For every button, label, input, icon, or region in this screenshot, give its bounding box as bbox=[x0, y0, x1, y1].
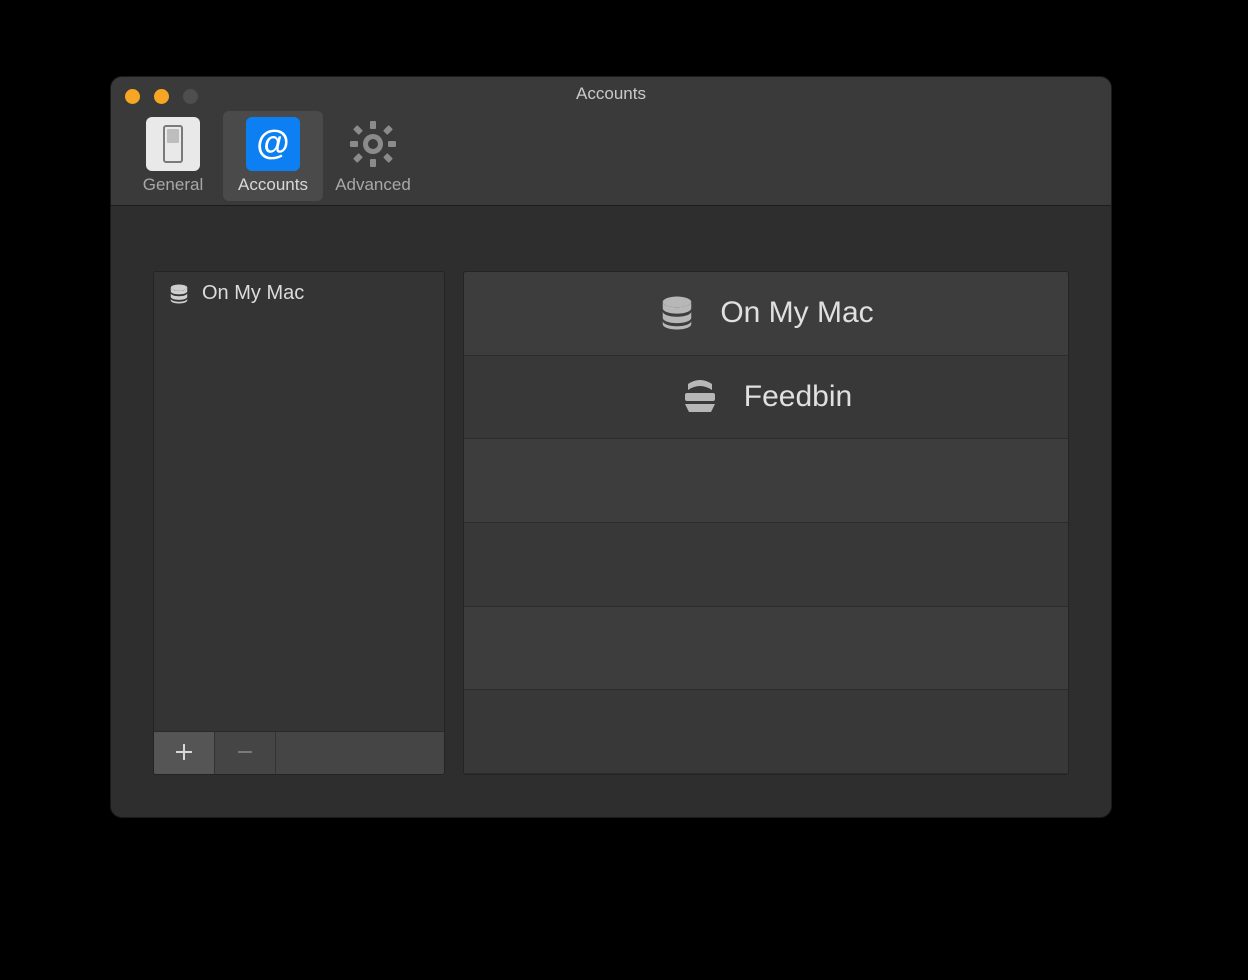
account-type-label: Feedbin bbox=[744, 380, 852, 414]
tab-general[interactable]: General bbox=[123, 111, 223, 201]
switch-icon bbox=[146, 117, 200, 171]
account-type-feedbin[interactable]: Feedbin bbox=[464, 356, 1068, 440]
accounts-list[interactable]: On My Mac bbox=[154, 272, 444, 731]
minus-icon bbox=[235, 738, 255, 769]
accounts-sidebar: On My Mac bbox=[153, 271, 445, 775]
sidebar-item-label: On My Mac bbox=[202, 282, 304, 305]
plus-icon bbox=[174, 738, 194, 769]
feedbin-icon bbox=[680, 380, 720, 414]
tab-label: Accounts bbox=[238, 175, 308, 195]
database-icon bbox=[168, 283, 190, 305]
window-title: Accounts bbox=[576, 84, 646, 104]
gear-icon bbox=[346, 117, 400, 171]
titlebar[interactable]: Accounts bbox=[111, 77, 1111, 111]
account-type-on-my-mac[interactable]: On My Mac bbox=[464, 272, 1068, 356]
svg-text:@: @ bbox=[256, 124, 289, 162]
tab-label: Advanced bbox=[335, 175, 411, 195]
preferences-window: Accounts General @ Accounts bbox=[110, 76, 1112, 818]
at-icon: @ bbox=[246, 117, 300, 171]
account-type-label: On My Mac bbox=[720, 296, 873, 330]
table-row[interactable] bbox=[464, 690, 1068, 774]
tab-advanced[interactable]: Advanced bbox=[323, 111, 423, 201]
table-row[interactable] bbox=[464, 607, 1068, 691]
add-account-button[interactable] bbox=[154, 732, 215, 774]
traffic-lights bbox=[125, 89, 198, 104]
table-row[interactable] bbox=[464, 523, 1068, 607]
zoom-icon[interactable] bbox=[183, 89, 198, 104]
minimize-icon[interactable] bbox=[154, 89, 169, 104]
footer-spacer bbox=[276, 732, 444, 774]
tab-label: General bbox=[143, 175, 203, 195]
body: On My Mac bbox=[111, 229, 1111, 817]
toolbar: General @ Accounts bbox=[111, 111, 1111, 206]
sidebar-footer bbox=[154, 731, 444, 774]
close-icon[interactable] bbox=[125, 89, 140, 104]
table-row[interactable] bbox=[464, 439, 1068, 523]
database-icon bbox=[658, 294, 696, 332]
account-types-table: On My Mac Feedbin bbox=[463, 271, 1069, 775]
remove-account-button[interactable] bbox=[215, 732, 276, 774]
tab-accounts[interactable]: @ Accounts bbox=[223, 111, 323, 201]
sidebar-item-on-my-mac[interactable]: On My Mac bbox=[154, 272, 444, 315]
